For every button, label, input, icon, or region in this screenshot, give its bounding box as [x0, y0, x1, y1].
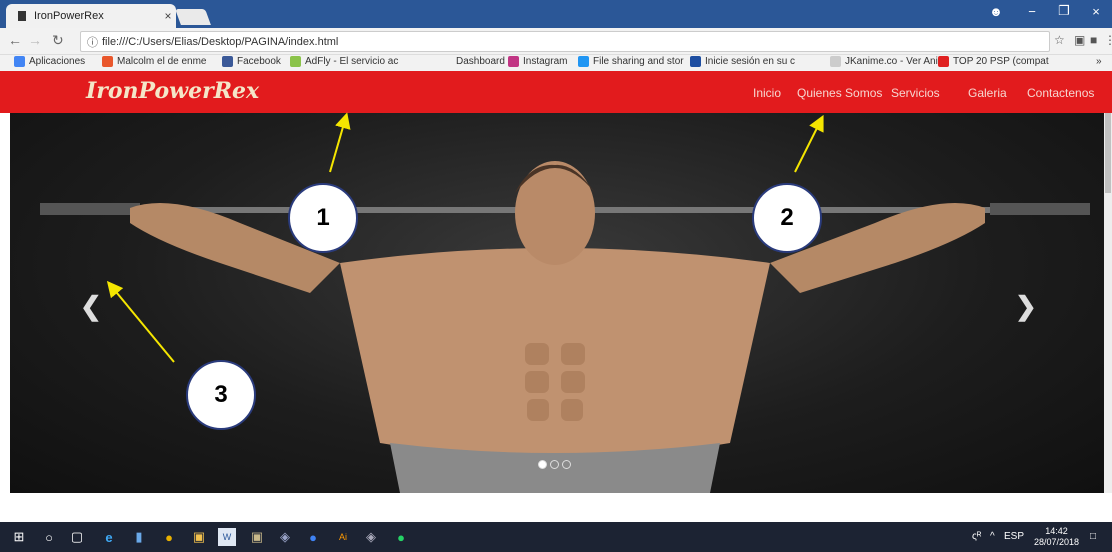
bookmark-favicon-icon: [290, 56, 301, 67]
forward-icon[interactable]: →: [28, 32, 42, 48]
clock-time: 14:42: [1045, 526, 1068, 536]
url-text: file:///C:/Users/Elias/Desktop/PAGINA/in…: [102, 35, 339, 48]
tray-chevron-icon[interactable]: ^: [990, 531, 995, 542]
carousel-prev-icon[interactable]: ❮: [80, 291, 102, 322]
nav-link-inicio[interactable]: Inicio: [753, 86, 781, 100]
athlete-image: [40, 161, 1090, 493]
windows-taskbar: ⊞ ○ ▢ e ▮ ● ▣ W ▣ ◈ ● Ai ◈ ● ςᴿ ^ ESP 14…: [0, 522, 1112, 552]
taskbar-clock[interactable]: 14:42 28/07/2018: [1034, 526, 1079, 548]
tab-close-icon[interactable]: ×: [160, 9, 176, 23]
carousel-indicator-2[interactable]: [550, 460, 559, 469]
close-window-button[interactable]: ×: [1082, 0, 1110, 22]
minimize-button[interactable]: −: [1018, 0, 1046, 22]
brand-logo[interactable]: IronPowerRex: [86, 78, 259, 104]
hero-carousel: ❮ ❯: [10, 113, 1104, 493]
browser-tab[interactable]: IronPowerRex ×: [6, 4, 176, 28]
nav-link-galeria[interactable]: Galeria: [968, 86, 1007, 100]
edge-browser-icon[interactable]: e: [100, 528, 118, 546]
bookmark-item[interactable]: Dashboard: [456, 56, 505, 67]
search-icon[interactable]: ○: [40, 528, 58, 546]
bookmark-item[interactable]: JKanime.co - Ver Ani: [830, 56, 938, 67]
bookmark-item[interactable]: Malcolm el de enme: [102, 56, 206, 67]
app-icon[interactable]: ▣: [248, 528, 266, 546]
instagram-icon: [508, 56, 519, 67]
language-indicator[interactable]: ESP: [1004, 531, 1024, 542]
app-icon[interactable]: ◈: [276, 528, 294, 546]
facebook-icon: [222, 56, 233, 67]
more-bookmarks-icon[interactable]: »: [1096, 56, 1102, 67]
apps-grid-icon: [14, 56, 25, 67]
profile-icon[interactable]: ☻: [982, 0, 1010, 22]
url-field[interactable]: ⓘ file:///C:/Users/Elias/Desktop/PAGINA/…: [80, 31, 1050, 52]
bookmark-favicon-icon: [102, 56, 113, 67]
bookmark-star-icon[interactable]: ☆: [1054, 33, 1065, 47]
task-view-icon[interactable]: ▢: [68, 528, 86, 546]
file-explorer-icon[interactable]: ▣: [190, 528, 208, 546]
bookmark-item[interactable]: AdFly - El servicio ac: [290, 56, 398, 67]
chrome-icon[interactable]: ●: [160, 528, 178, 546]
illustrator-icon[interactable]: Ai: [334, 528, 352, 546]
clock-date: 28/07/2018: [1034, 537, 1080, 547]
extension-icon[interactable]: ▣: [1074, 33, 1085, 47]
youtube-icon: [938, 56, 949, 67]
word-icon[interactable]: W: [218, 528, 236, 546]
bookmark-item[interactable]: File sharing and stor: [578, 56, 684, 67]
page-favicon-icon: [18, 11, 26, 21]
carousel-indicators: [538, 460, 571, 469]
carousel-indicator-1[interactable]: [538, 460, 547, 469]
address-bar-row: ← → ↻ ⓘ file:///C:/Users/Elias/Desktop/P…: [0, 28, 1112, 55]
new-tab-button[interactable]: [175, 9, 211, 25]
nav-link-quienes-somos[interactable]: Quienes Somos: [797, 86, 882, 100]
bookmarks-bar: Aplicaciones Malcolm el de enme Facebook…: [0, 55, 1112, 71]
nav-link-contactenos[interactable]: Contactenos: [1027, 86, 1094, 100]
bookmark-apps[interactable]: Aplicaciones: [14, 56, 85, 67]
whatsapp-icon[interactable]: ●: [392, 528, 410, 546]
browser-tab-strip: IronPowerRex × ☻ − ❐ ×: [0, 0, 1112, 28]
bookmark-favicon-icon: [578, 56, 589, 67]
bookmark-item[interactable]: Instagram: [508, 56, 567, 67]
menu-icon[interactable]: ⋮: [1104, 33, 1112, 47]
notifications-icon[interactable]: □: [1090, 531, 1096, 542]
app-icon[interactable]: ▮: [130, 528, 148, 546]
page-scrollbar[interactable]: [1104, 113, 1112, 493]
tab-title: IronPowerRex: [34, 10, 104, 22]
bookmark-item[interactable]: Facebook: [222, 56, 281, 67]
carousel-indicator-3[interactable]: [562, 460, 571, 469]
scrollbar-thumb[interactable]: [1105, 113, 1111, 193]
nav-link-servicios[interactable]: Servicios: [891, 86, 940, 100]
back-icon[interactable]: ←: [8, 32, 22, 48]
annotation-callout-3: 3: [186, 360, 256, 430]
site-navbar: IronPowerRex Inicio Quienes Somos Servic…: [0, 71, 1112, 113]
people-icon[interactable]: ςᴿ: [972, 531, 981, 542]
bookmark-item[interactable]: TOP 20 PSP (compat: [938, 56, 1049, 67]
annotation-callout-2: 2: [752, 183, 822, 253]
messenger-icon[interactable]: ●: [304, 528, 322, 546]
annotation-callout-1: 1: [288, 183, 358, 253]
carousel-next-icon[interactable]: ❯: [1015, 291, 1037, 322]
reload-icon[interactable]: ↻: [52, 32, 64, 49]
windows-start-icon[interactable]: ⊞: [10, 528, 28, 546]
restore-button[interactable]: ❐: [1050, 0, 1078, 22]
bookmark-item[interactable]: Inicie sesión en su c: [690, 56, 795, 67]
page-icon: [830, 56, 841, 67]
extension-2-icon[interactable]: ■: [1090, 33, 1097, 47]
info-icon[interactable]: ⓘ: [87, 34, 98, 50]
bookmark-favicon-icon: [690, 56, 701, 67]
paint-icon[interactable]: ◈: [362, 528, 380, 546]
